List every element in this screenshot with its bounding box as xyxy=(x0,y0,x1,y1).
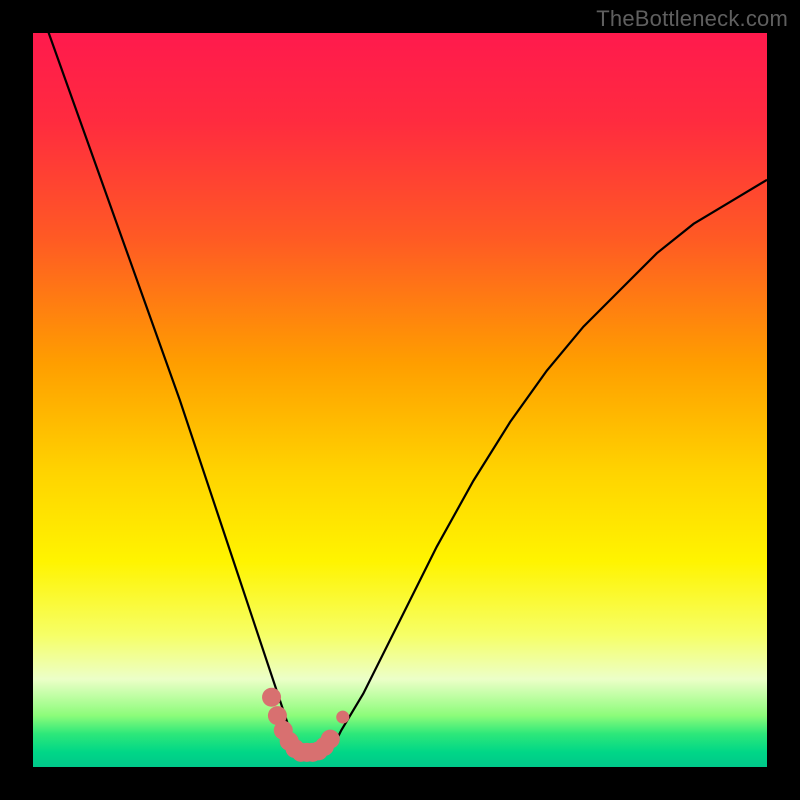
valley-marker xyxy=(321,730,340,749)
chart-svg xyxy=(33,33,767,767)
valley-marker xyxy=(262,688,281,707)
chart-frame xyxy=(33,33,767,767)
valley-marker xyxy=(336,711,349,724)
watermark-text: TheBottleneck.com xyxy=(596,6,788,32)
heatmap-background xyxy=(33,33,767,767)
